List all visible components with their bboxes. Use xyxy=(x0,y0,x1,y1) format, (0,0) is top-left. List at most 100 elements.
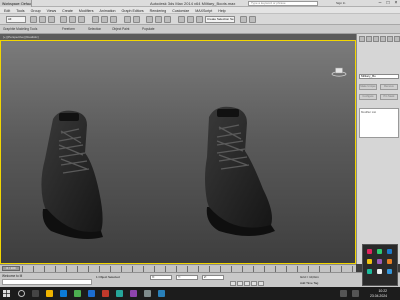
tab-populate[interactable]: Populate xyxy=(142,27,155,31)
app-icon[interactable] xyxy=(377,259,382,264)
search-icon[interactable] xyxy=(18,290,25,297)
display-tab-icon[interactable] xyxy=(387,36,393,42)
edge-icon[interactable] xyxy=(60,290,67,297)
x-coordinate-field[interactable]: X: xyxy=(150,275,172,280)
app-icon[interactable] xyxy=(387,249,392,254)
tab-graphite-modeling[interactable]: Graphite Modeling Tools xyxy=(3,27,37,31)
tray-flyout xyxy=(362,244,398,286)
play-icon[interactable] xyxy=(244,281,250,286)
previous-frame-icon[interactable] xyxy=(237,281,243,286)
z-coordinate-field[interactable]: Z: xyxy=(202,275,224,280)
3ds-max-icon[interactable] xyxy=(116,290,123,297)
add-time-tag-button[interactable]: Add Time Tag xyxy=(300,281,318,285)
menu-item-maxscript[interactable]: MAXScript xyxy=(195,9,212,13)
go-to-end-icon[interactable] xyxy=(258,281,264,286)
perspective-viewport[interactable] xyxy=(0,40,356,264)
app-icon[interactable] xyxy=(102,290,109,297)
title-bar: Workspace: Default Autodesk 3ds Max 2014… xyxy=(0,0,400,7)
left-boot[interactable] xyxy=(41,110,103,239)
system-clock[interactable]: 10:22 23.04.2024 xyxy=(370,289,387,298)
tab-object-paint[interactable]: Object Paint xyxy=(112,27,129,31)
selection-filter-dropdown[interactable]: All xyxy=(6,16,26,23)
volume-icon[interactable] xyxy=(352,290,359,297)
app-icon[interactable] xyxy=(367,269,372,274)
modifier-stack-list[interactable]: Modifier List xyxy=(359,108,399,138)
windows-start-icon[interactable] xyxy=(3,290,10,297)
app-icon[interactable] xyxy=(158,290,165,297)
menu-item-rendering[interactable]: Rendering xyxy=(150,9,167,13)
make-unique-button[interactable]: Make Unique xyxy=(359,84,377,90)
named-selection-dropdown[interactable]: Create Selection Se xyxy=(205,16,235,23)
quick-render-icon[interactable] xyxy=(240,16,247,23)
app-icon[interactable] xyxy=(377,249,382,254)
mirror-icon[interactable] xyxy=(124,16,131,23)
go-to-start-icon[interactable] xyxy=(230,281,236,286)
pin-stack-button[interactable]: Pin Stack xyxy=(380,94,398,100)
chrome-icon[interactable] xyxy=(74,290,81,297)
app-icon[interactable] xyxy=(387,269,392,274)
y-coordinate-field[interactable]: Y: xyxy=(176,275,198,280)
align-icon[interactable] xyxy=(133,16,140,23)
menu-bar: Edit Tools Group Views Create Modifiers Animat… xyxy=(0,7,400,14)
render-frame-icon[interactable] xyxy=(187,16,194,23)
next-frame-icon[interactable] xyxy=(251,281,257,286)
motion-tab-icon[interactable] xyxy=(380,36,386,42)
menu-item-modifiers[interactable]: Modifiers xyxy=(79,9,94,13)
viewport-label[interactable]: [+] [Perspective] [Realistic] xyxy=(3,35,38,39)
menu-item-views[interactable]: Views xyxy=(47,9,57,13)
app-icon[interactable] xyxy=(144,290,151,297)
snap-toggle-icon[interactable] xyxy=(92,16,99,23)
task-view-icon[interactable] xyxy=(32,290,39,297)
app-icon[interactable] xyxy=(130,290,137,297)
tab-freeform[interactable]: Freeform xyxy=(62,27,75,31)
search-input[interactable]: Type a keyword or phrase xyxy=(248,1,318,6)
minimize-icon[interactable]: – xyxy=(376,0,384,7)
store-icon[interactable] xyxy=(88,290,95,297)
percent-snap-icon[interactable] xyxy=(110,16,117,23)
menu-item-help[interactable]: Help xyxy=(218,9,225,13)
scale-icon[interactable] xyxy=(78,16,85,23)
menu-item-customize[interactable]: Customize xyxy=(172,9,189,13)
right-boot[interactable] xyxy=(205,106,275,236)
sign-in-link[interactable]: Sign In xyxy=(336,1,345,5)
maximize-icon[interactable]: □ xyxy=(384,0,392,7)
menu-item-group[interactable]: Group xyxy=(31,9,41,13)
app-icon[interactable] xyxy=(387,259,392,264)
teapot-icon[interactable] xyxy=(249,16,256,23)
material-editor-icon[interactable] xyxy=(164,16,171,23)
workspace-selector[interactable]: Workspace: Default xyxy=(0,0,32,7)
time-slider[interactable]: 0 / 100 xyxy=(2,266,20,271)
menu-item-edit[interactable]: Edit xyxy=(4,9,10,13)
menu-item-tools[interactable]: Tools xyxy=(16,9,24,13)
angle-snap-icon[interactable] xyxy=(101,16,108,23)
layer-manager-icon[interactable] xyxy=(146,16,153,23)
maxscript-listener-input[interactable] xyxy=(2,279,92,285)
app-icon[interactable] xyxy=(377,269,382,274)
curve-editor-icon[interactable] xyxy=(155,16,162,23)
modify-tab-icon[interactable] xyxy=(366,36,372,42)
file-explorer-icon[interactable] xyxy=(46,290,53,297)
object-name-field[interactable]: Military_Bo xyxy=(359,74,399,79)
menu-item-create[interactable]: Create xyxy=(62,9,73,13)
network-icon[interactable] xyxy=(340,290,347,297)
taskbar: 10:22 23.04.2024 xyxy=(0,287,400,300)
move-icon[interactable] xyxy=(60,16,67,23)
select-object-icon[interactable] xyxy=(30,16,37,23)
rotate-icon[interactable] xyxy=(69,16,76,23)
select-region-icon[interactable] xyxy=(48,16,55,23)
remove-button[interactable]: Remove xyxy=(380,84,398,90)
hierarchy-tab-icon[interactable] xyxy=(373,36,379,42)
menu-item-graph-editors[interactable]: Graph Editors xyxy=(122,9,144,13)
utilities-tab-icon[interactable] xyxy=(394,36,400,42)
render-icon[interactable] xyxy=(196,16,203,23)
menu-item-animation[interactable]: Animation xyxy=(100,9,116,13)
close-icon[interactable]: × xyxy=(392,0,400,7)
app-icon[interactable] xyxy=(367,249,372,254)
render-setup-icon[interactable] xyxy=(178,16,185,23)
create-tab-icon[interactable] xyxy=(359,36,365,42)
menu-items: Edit Tools Group Views Create Modifiers Animat… xyxy=(4,8,232,13)
tab-selection[interactable]: Selection xyxy=(88,27,101,31)
select-by-name-icon[interactable] xyxy=(39,16,46,23)
app-icon[interactable] xyxy=(367,259,372,264)
configure-button[interactable]: Configure xyxy=(359,94,377,100)
